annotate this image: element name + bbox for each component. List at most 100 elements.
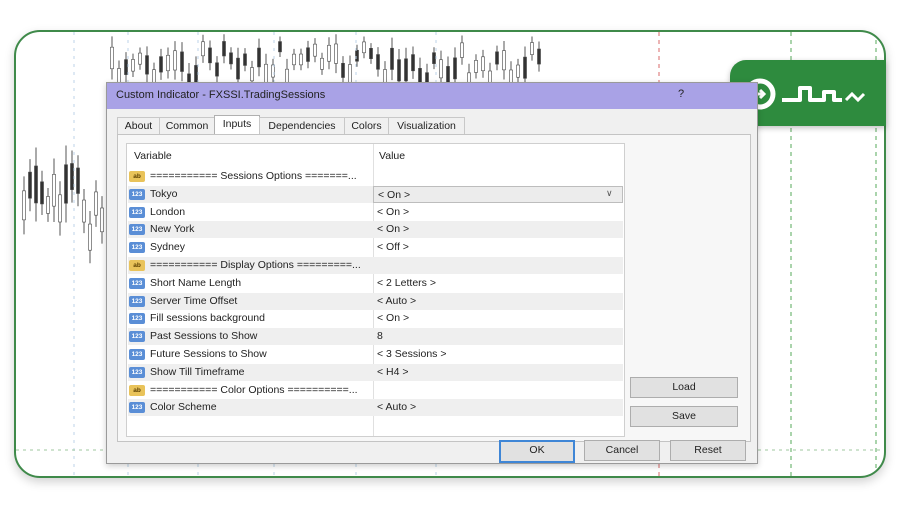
candle-body [94,191,98,216]
table-row[interactable]: 123 London < On > [128,204,623,221]
custom-indicator-dialog: Custom Indicator - FXSSI.TradingSessions… [106,82,758,464]
tab-dependencies[interactable]: Dependencies [259,117,345,135]
value-cell[interactable]: < Off > [373,239,621,254]
candle-body [100,207,104,233]
reset-button[interactable]: Reset [670,440,746,461]
candle-body [194,65,198,84]
candle-body [460,42,464,58]
candle-body [243,53,247,66]
candle-body [390,47,394,70]
tab-colors[interactable]: Colors [344,117,389,135]
value-cell[interactable] [373,382,621,397]
cancel-button[interactable]: Cancel [584,440,660,461]
table-row[interactable]: 123 Sydney < Off > [128,239,623,256]
candle-body [222,41,226,57]
tab-about[interactable]: About [117,117,160,135]
value-cell[interactable]: < Auto > [373,293,621,308]
table-row[interactable]: 123 Color Scheme < Auto > [128,399,623,417]
value-text: < On > [378,188,411,201]
candle-body [257,47,261,68]
candle-body [229,52,233,65]
column-header-value[interactable]: Value [379,144,405,168]
table-row[interactable]: ab =========== Display Options =========.… [128,257,623,274]
inputs-table: Variable Value ab =========== Sessions Op… [126,143,625,437]
table-row[interactable]: 123 Fill sessions background < On > [128,310,623,327]
candle-body [502,50,506,71]
table-row[interactable]: 123 Server Time Offset < Auto > [128,292,623,310]
number-type-icon: 123 [129,224,145,236]
candle-body [334,43,338,64]
value-text: < On > [377,223,410,236]
column-header-variable[interactable]: Variable [134,144,172,168]
help-button[interactable]: ? [678,88,684,100]
candle-body [306,47,310,62]
candle-body [159,56,163,73]
table-row[interactable]: 123 New York < On > [128,221,623,239]
candle-body [327,44,331,62]
value-cell[interactable]: < On > [373,204,621,219]
table-row[interactable]: 123 Show Till Timeframe < H4 > [128,363,623,381]
table-row[interactable]: ab =========== Color Options ==========..… [128,382,623,399]
inputs-panel: Variable Value ab =========== Sessions Op… [117,134,751,442]
value-cell[interactable]: < 2 Letters > [373,275,621,290]
string-type-icon: ab [129,260,145,271]
chevron-down-icon[interactable]: ∨ [606,188,613,199]
candle-body [58,194,62,223]
table-row[interactable]: 123 Short Name Length < 2 Letters > [128,275,623,292]
number-type-icon: 123 [129,206,145,218]
string-type-icon: ab [129,384,145,396]
number-type-icon: 123 [129,402,145,414]
tab-inputs[interactable]: Inputs [214,115,260,136]
candle-body [474,60,478,73]
variable-name: =========== Display Options =========... [150,259,361,271]
variable-name: Show Till Timeframe [150,365,245,378]
candle-body [404,58,408,82]
save-button[interactable]: Save [630,406,738,427]
table-row[interactable]: ab =========== Sessions Options =======..… [128,168,623,185]
candle-body [173,50,177,71]
variable-name: Past Sessions to Show [150,330,258,343]
tab-common[interactable]: Common [159,117,215,135]
value-dropdown[interactable]: < On > ∨ [373,185,623,203]
table-row[interactable]: 123 Future Sessions to Show < 3 Sessions > [128,346,623,363]
load-button[interactable]: Load [630,377,738,398]
value-text: < H4 > [377,365,409,378]
number-type-icon: 123 [129,313,145,325]
value-cell[interactable] [373,257,621,272]
candle-body [376,54,380,70]
candle-body [348,64,352,83]
value-cell[interactable]: < On > [373,221,621,236]
value-cell[interactable]: 8 [373,328,621,343]
table-row[interactable]: 123 Tokyo < On > ∨ [128,185,623,203]
ok-button[interactable]: OK [499,440,575,463]
candle-body [313,43,317,57]
value-cell[interactable]: < On > [373,310,621,325]
candle-body [52,174,56,207]
number-type-icon: 123 [129,331,145,343]
value-text: < On > [377,205,410,218]
candle-body [34,165,38,204]
candle-body [369,48,373,59]
tab-visualization[interactable]: Visualization [388,117,465,135]
candle-body [292,53,296,66]
candle-body [110,46,114,70]
value-text: < 3 Sessions > [377,348,447,360]
candle-body [537,48,541,65]
candle-body [411,54,415,72]
variable-name: Sydney [150,241,186,254]
value-cell[interactable] [373,168,621,183]
value-cell[interactable]: < Auto > [373,399,621,414]
value-text: < Auto > [377,401,417,414]
candle-body [88,223,92,251]
number-type-icon: 123 [129,242,145,254]
table-row[interactable]: 123 Past Sessions to Show 8 [128,328,623,346]
candle-body [481,56,485,72]
candle-body [28,171,32,199]
value-cell[interactable]: < H4 > [373,364,621,379]
candle-body [453,57,457,80]
value-text: < Off > [377,241,409,254]
candle-body [215,62,219,77]
value-cell[interactable]: < 3 Sessions > [373,346,621,361]
dialog-titlebar[interactable]: Custom Indicator - FXSSI.TradingSessions… [107,83,757,109]
candle-body [250,67,254,82]
